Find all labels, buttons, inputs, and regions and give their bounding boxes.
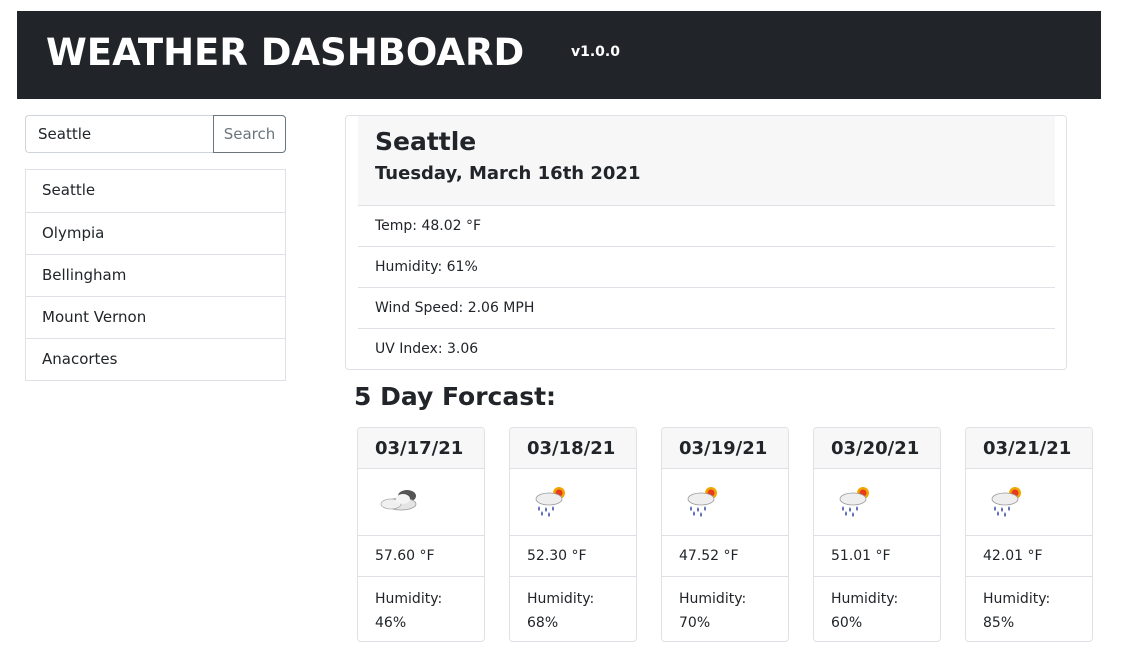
forecast-temp: 42.01 °F (966, 536, 1092, 577)
history-item-seattle[interactable]: Seattle (26, 170, 285, 212)
history-item-mount-vernon[interactable]: Mount Vernon (26, 296, 285, 338)
forecast-heading: 5 Day Forcast: (354, 382, 557, 411)
forecast-humidity: Humidity: 46% (358, 577, 484, 635)
forecast-humidity: Humidity: 68% (510, 577, 636, 635)
forecast-humidity-label: Humidity: (679, 591, 747, 607)
rain-sun-icon (966, 469, 1092, 536)
search-history-list: Seattle Olympia Bellingham Mount Vernon … (25, 169, 286, 381)
forecast-humidity: Humidity: 70% (662, 577, 788, 635)
rain-sun-icon (662, 469, 788, 536)
forecast-humidity-label: Humidity: (527, 591, 595, 607)
forecast-humidity-value: 46% (375, 615, 407, 631)
forecast-card: 03/19/21 47.52 °F Humidity: 70% (661, 427, 789, 642)
forecast-card: 03/17/21 57.60 °F Humidity: 46% (357, 427, 485, 642)
forecast-temp: 47.52 °F (662, 536, 788, 577)
forecast-humidity-label: Humidity: (831, 591, 899, 607)
forecast-temp: 52.30 °F (510, 536, 636, 577)
current-humidity: Humidity: 61% (358, 247, 1055, 288)
forecast-date: 03/18/21 (510, 428, 636, 469)
forecast-card: 03/18/21 52.30 °F Humidity: 68% (509, 427, 637, 642)
forecast-temp: 57.60 °F (358, 536, 484, 577)
current-date: Tuesday, March 16th 2021 (375, 163, 641, 184)
forecast-humidity-label: Humidity: (375, 591, 443, 607)
forecast-row: 03/17/21 57.60 °F Humidity: 46% 03/18/21 (357, 427, 1097, 642)
history-item-bellingham[interactable]: Bellingham (26, 254, 285, 296)
forecast-date: 03/21/21 (966, 428, 1092, 469)
forecast-card: 03/21/21 42.01 °F Humidity: 85% (965, 427, 1093, 642)
forecast-humidity-value: 60% (831, 615, 863, 631)
search-input[interactable] (25, 115, 213, 153)
current-uv-index: UV Index: 3.06 (375, 341, 479, 357)
rain-sun-icon (814, 469, 940, 536)
history-item-olympia[interactable]: Olympia (26, 212, 285, 254)
current-weather-card: Seattle Tuesday, March 16th 2021 Temp: 4… (345, 115, 1067, 370)
forecast-date: 03/20/21 (814, 428, 940, 469)
forecast-humidity-value: 68% (527, 615, 559, 631)
forecast-date: 03/19/21 (662, 428, 788, 469)
forecast-humidity-value: 85% (983, 615, 1015, 631)
current-weather-details: Temp: 48.02 °F Humidity: 61% Wind Speed:… (358, 206, 1055, 370)
search-group: Search (25, 115, 286, 153)
current-wind-speed: Wind Speed: 2.06 MPH (358, 288, 1055, 329)
forecast-date: 03/17/21 (358, 428, 484, 469)
forecast-humidity-value: 70% (679, 615, 711, 631)
current-weather-header: Seattle Tuesday, March 16th 2021 (358, 116, 1055, 206)
current-temp: Temp: 48.02 °F (358, 206, 1055, 247)
forecast-card: 03/20/21 51.01 °F Humidity: 60% (813, 427, 941, 642)
rain-sun-icon (510, 469, 636, 536)
navbar: WEATHER DASHBOARD v1.0.0 (17, 11, 1101, 99)
version-label: v1.0.0 (571, 44, 620, 60)
current-city-name: Seattle (375, 127, 477, 156)
app-title: WEATHER DASHBOARD (46, 31, 525, 74)
forecast-humidity-label: Humidity: (983, 591, 1051, 607)
cloudy-icon (358, 469, 484, 536)
forecast-humidity: Humidity: 85% (966, 577, 1092, 635)
forecast-temp: 51.01 °F (814, 536, 940, 577)
search-button[interactable]: Search (213, 115, 286, 153)
forecast-humidity: Humidity: 60% (814, 577, 940, 635)
history-item-anacortes[interactable]: Anacortes (26, 338, 285, 380)
